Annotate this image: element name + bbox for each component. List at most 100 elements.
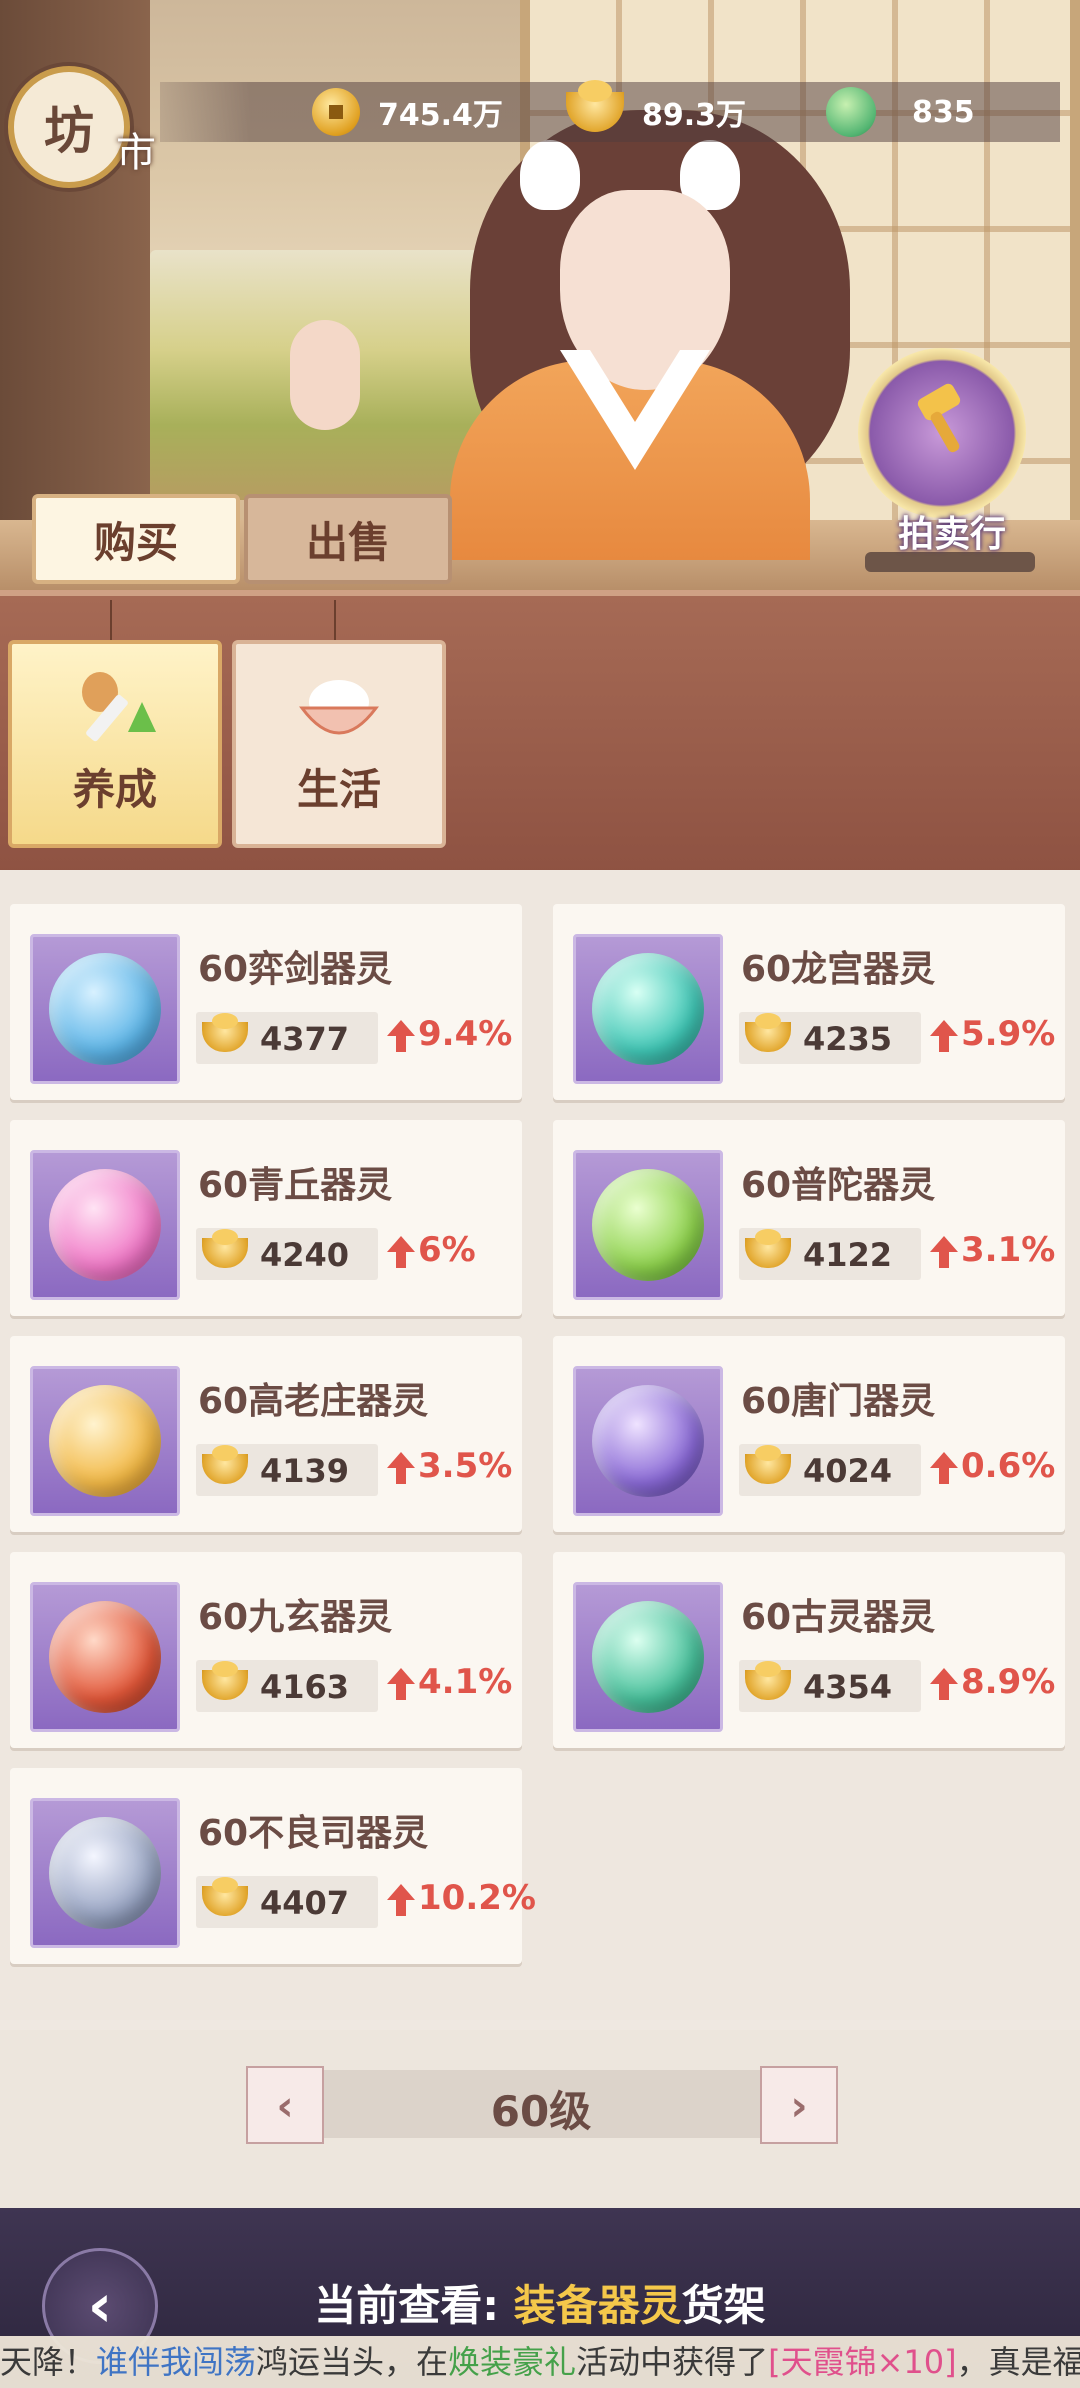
gold-ingot-icon (202, 1229, 248, 1268)
item-price: 4024 (803, 1452, 893, 1490)
hanging-string (334, 600, 336, 642)
item-thumbnail (30, 1798, 180, 1948)
item-thumbnail (573, 1582, 723, 1732)
item-change: 5.9% (961, 1014, 1056, 1054)
tab-sell[interactable]: 出售 (244, 494, 452, 584)
item-price-box: 4122 (739, 1228, 921, 1280)
pager-prev-button[interactable]: ‹ (246, 2066, 324, 2144)
hanging-string (110, 600, 112, 642)
ticker-text: 天降！ (0, 2343, 97, 2381)
item-card[interactable]: 60九玄器灵 4163 4.1% (10, 1552, 522, 1748)
item-change: 8.9% (961, 1662, 1056, 1702)
ticker-player[interactable]: 谁伴我闯荡 (96, 2343, 256, 2381)
news-ticker: 天降！谁伴我闯荡鸿运当头，在焕装豪礼活动中获得了[天霞锦×10]，真是福缘不浅 (0, 2336, 1080, 2388)
item-card[interactable]: 60不良司器灵 4407 10.2% (10, 1768, 536, 1964)
item-card[interactable]: 60古灵器灵 4354 8.9% (553, 1552, 1065, 1748)
category-life[interactable]: 生活 (232, 640, 446, 848)
item-price-box: 4240 (196, 1228, 378, 1280)
flute-spirit-orb-icon (592, 1601, 704, 1713)
up-arrow-icon (930, 1668, 958, 1700)
scroll-spirit-orb-icon (49, 1385, 161, 1497)
gold-ingot-icon (566, 80, 624, 132)
gold-ingot-icon (202, 1877, 248, 1916)
category-label: 养成 (72, 765, 157, 814)
item-name: 60弈剑器灵 (198, 949, 393, 990)
crossbow-spirit-orb-icon (592, 1385, 704, 1497)
shopkeeper-hand (290, 320, 360, 430)
item-card[interactable]: 60弈剑器灵 4377 9.4% (10, 904, 522, 1100)
current-shelf-label: 当前查看: 装备器灵货架 (0, 2272, 1080, 2333)
leaf-spirit-orb-icon (592, 1169, 704, 1281)
item-name: 60古灵器灵 (741, 1597, 936, 1638)
mask-spirit-orb-icon (49, 1817, 161, 1929)
item-card[interactable]: 60普陀器灵 4122 3.1% (553, 1120, 1065, 1316)
fox-flower-spirit-orb-icon (49, 1169, 161, 1281)
gold-ingot-icon (745, 1013, 791, 1052)
food-bowl-icon (299, 680, 379, 735)
logo-char: 市 (116, 130, 156, 176)
item-name: 60不良司器灵 (198, 1813, 429, 1854)
logo-char: 坊 (44, 102, 94, 160)
item-price-box: 4139 (196, 1444, 378, 1496)
item-name: 60唐门器灵 (741, 1381, 936, 1422)
up-arrow-icon (387, 1452, 415, 1484)
resource-jade[interactable]: 835 (826, 84, 975, 140)
gold-ingot-icon (745, 1229, 791, 1268)
item-price-box: 4354 (739, 1660, 921, 1712)
tab-buy[interactable]: 购买 (32, 494, 240, 584)
item-thumbnail (573, 1150, 723, 1300)
resource-gold[interactable]: 89.3万 (566, 80, 746, 140)
current-suffix: 货架 (681, 2281, 766, 2330)
item-price: 4407 (260, 1884, 350, 1922)
item-price: 4139 (260, 1452, 350, 1490)
gold-ingot-icon (202, 1445, 248, 1484)
item-price: 4163 (260, 1668, 350, 1706)
resource-copper[interactable]: 745.4万 (312, 84, 503, 140)
item-price: 4354 (803, 1668, 893, 1706)
umbrella-spirit-orb-icon (49, 1601, 161, 1713)
item-price: 4122 (803, 1236, 893, 1274)
ticker-text: 鸿运当头，在 (256, 2343, 449, 2381)
item-name: 60普陀器灵 (741, 1165, 936, 1206)
ticker-text: 活动中获得了 (576, 2343, 769, 2381)
pager-level-label: 60级 (490, 2087, 592, 2136)
item-price: 4240 (260, 1236, 350, 1274)
item-price: 4235 (803, 1020, 893, 1058)
ticker-event[interactable]: 焕装豪礼 (448, 2343, 576, 2381)
gold-ingot-icon (745, 1661, 791, 1700)
gold-ingot-icon (202, 1661, 248, 1700)
category-label: 生活 (296, 765, 381, 814)
jade-icon (826, 87, 876, 137)
current-highlight: 装备器灵 (513, 2281, 682, 2330)
item-card[interactable]: 60青丘器灵 4240 6% (10, 1120, 522, 1316)
up-arrow-icon (930, 1236, 958, 1268)
shopkeeper-ear (520, 140, 580, 210)
sword-upgrade-icon (82, 672, 156, 742)
auction-label: 拍卖行 (897, 514, 1006, 555)
item-change: 9.4% (418, 1014, 513, 1054)
item-thumbnail (573, 1366, 723, 1516)
item-name: 60龙宫器灵 (741, 949, 936, 990)
up-arrow-icon (387, 1020, 415, 1052)
item-thumbnail (30, 1150, 180, 1300)
category-grow[interactable]: 养成 (8, 640, 222, 848)
item-change: 3.5% (418, 1446, 513, 1486)
pager-next-button[interactable]: › (760, 2066, 838, 2144)
item-price-box: 4024 (739, 1444, 921, 1496)
up-arrow-icon (387, 1884, 415, 1916)
item-card[interactable]: 60唐门器灵 4024 0.6% (553, 1336, 1065, 1532)
up-arrow-icon (930, 1020, 958, 1052)
item-card[interactable]: 60龙宫器灵 4235 5.9% (553, 904, 1065, 1100)
item-price-box: 4377 (196, 1012, 378, 1064)
current-prefix: 当前查看: (314, 2281, 514, 2330)
item-thumbnail (30, 934, 180, 1084)
ticker-reward[interactable]: [天霞锦×10] (768, 2343, 957, 2381)
item-thumbnail (30, 1582, 180, 1732)
item-change: 6% (418, 1230, 476, 1270)
item-change: 0.6% (961, 1446, 1056, 1486)
item-price-box: 4407 (196, 1876, 378, 1928)
gold-ingot-icon (202, 1013, 248, 1052)
item-price: 4377 (260, 1020, 350, 1058)
item-card[interactable]: 60高老庄器灵 4139 3.5% (10, 1336, 522, 1532)
up-arrow-icon (930, 1452, 958, 1484)
